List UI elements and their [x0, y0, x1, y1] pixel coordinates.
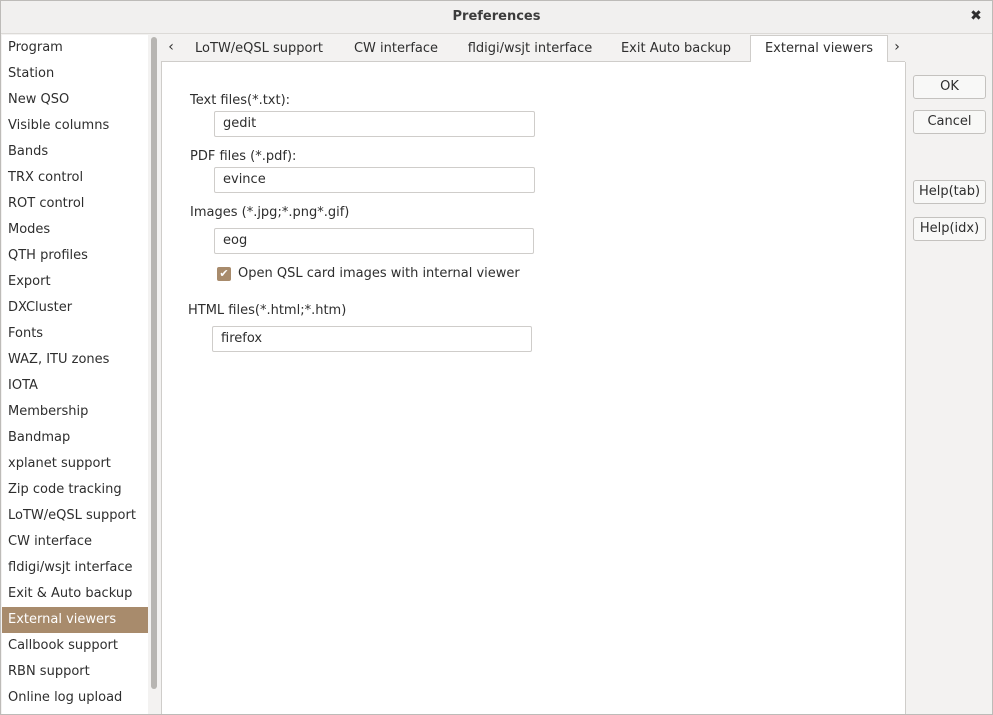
sidebar-item-online-log-upload[interactable]: Online log upload: [2, 685, 148, 711]
qsl-internal-viewer-label[interactable]: Open QSL card images with internal viewe…: [238, 266, 520, 281]
sidebar-item-membership[interactable]: Membership: [2, 399, 148, 425]
sidebar-scrollbar[interactable]: [148, 35, 160, 714]
qsl-internal-viewer-checkbox[interactable]: ✔: [217, 267, 231, 281]
sidebar-item-cw-interface[interactable]: CW interface: [2, 529, 148, 555]
images-label: Images (*.jpg;*.png*.gif): [190, 205, 350, 220]
sidebar: Program Station New QSO Visible columns …: [2, 35, 148, 714]
tab-lotw-eqsl-support[interactable]: LoTW/eQSL support: [187, 35, 331, 61]
html-files-label: HTML files(*.html;*.htm): [188, 303, 347, 318]
sidebar-item-iota[interactable]: IOTA: [2, 373, 148, 399]
tab-fldigi-wsjt-interface[interactable]: fldigi/wsjt interface: [461, 35, 599, 61]
tab-exit-auto-backup[interactable]: Exit Auto backup: [613, 35, 739, 61]
help-idx-button[interactable]: Help(idx): [913, 217, 986, 241]
sidebar-item-trx-control[interactable]: TRX control: [2, 165, 148, 191]
sidebar-item-qth-profiles[interactable]: QTH profiles: [2, 243, 148, 269]
chevron-right-icon[interactable]: ›: [887, 35, 907, 61]
sidebar-item-fonts[interactable]: Fonts: [2, 321, 148, 347]
sidebar-item-program[interactable]: Program: [2, 35, 148, 61]
sidebar-item-external-viewers[interactable]: External viewers: [2, 607, 148, 633]
tab-cw-interface[interactable]: CW interface: [345, 35, 447, 61]
sidebar-scroll-thumb[interactable]: [151, 37, 157, 689]
window-title: Preferences: [452, 9, 541, 24]
sidebar-item-station[interactable]: Station: [2, 61, 148, 87]
sidebar-item-modes[interactable]: Modes: [2, 217, 148, 243]
sidebar-item-bands[interactable]: Bands: [2, 139, 148, 165]
tab-bar: ‹ LoTW/eQSL support CW interface fldigi/…: [161, 35, 905, 62]
tab-external-viewers[interactable]: External viewers: [750, 35, 888, 62]
cancel-button[interactable]: Cancel: [913, 110, 986, 134]
sidebar-item-zip-code-tracking[interactable]: Zip code tracking: [2, 477, 148, 503]
chevron-left-icon[interactable]: ‹: [161, 35, 181, 61]
pdf-files-input[interactable]: evince: [214, 167, 535, 193]
sidebar-item-visible-columns[interactable]: Visible columns: [2, 113, 148, 139]
sidebar-item-xplanet-support[interactable]: xplanet support: [2, 451, 148, 477]
text-files-input[interactable]: gedit: [214, 111, 535, 137]
sidebar-item-rbn-support[interactable]: RBN support: [2, 659, 148, 685]
images-input[interactable]: eog: [214, 228, 534, 254]
preferences-window: Preferences ✖ Program Station New QSO Vi…: [0, 0, 993, 715]
sidebar-item-bandmap[interactable]: Bandmap: [2, 425, 148, 451]
sidebar-item-export[interactable]: Export: [2, 269, 148, 295]
external-viewers-panel: Text files(*.txt): gedit PDF files (*.pd…: [161, 62, 906, 714]
html-files-input[interactable]: firefox: [212, 326, 532, 352]
sidebar-item-dxcluster[interactable]: DXCluster: [2, 295, 148, 321]
pdf-files-label: PDF files (*.pdf):: [190, 149, 297, 164]
close-icon[interactable]: ✖: [968, 8, 984, 24]
sidebar-item-waz-itu-zones[interactable]: WAZ, ITU zones: [2, 347, 148, 373]
ok-button[interactable]: OK: [913, 75, 986, 99]
sidebar-item-rot-control[interactable]: ROT control: [2, 191, 148, 217]
check-icon: ✔: [219, 267, 229, 280]
sidebar-item-fldigi-wsjt-interface[interactable]: fldigi/wsjt interface: [2, 555, 148, 581]
sidebar-item-lotw-eqsl-support[interactable]: LoTW/eQSL support: [2, 503, 148, 529]
sidebar-item-new-qso[interactable]: New QSO: [2, 87, 148, 113]
sidebar-item-exit-auto-backup[interactable]: Exit & Auto backup: [2, 581, 148, 607]
help-tab-button[interactable]: Help(tab): [913, 180, 986, 204]
text-files-label: Text files(*.txt):: [190, 93, 291, 108]
sidebar-item-callbook-support[interactable]: Callbook support: [2, 633, 148, 659]
title-bar: Preferences ✖: [1, 1, 992, 34]
